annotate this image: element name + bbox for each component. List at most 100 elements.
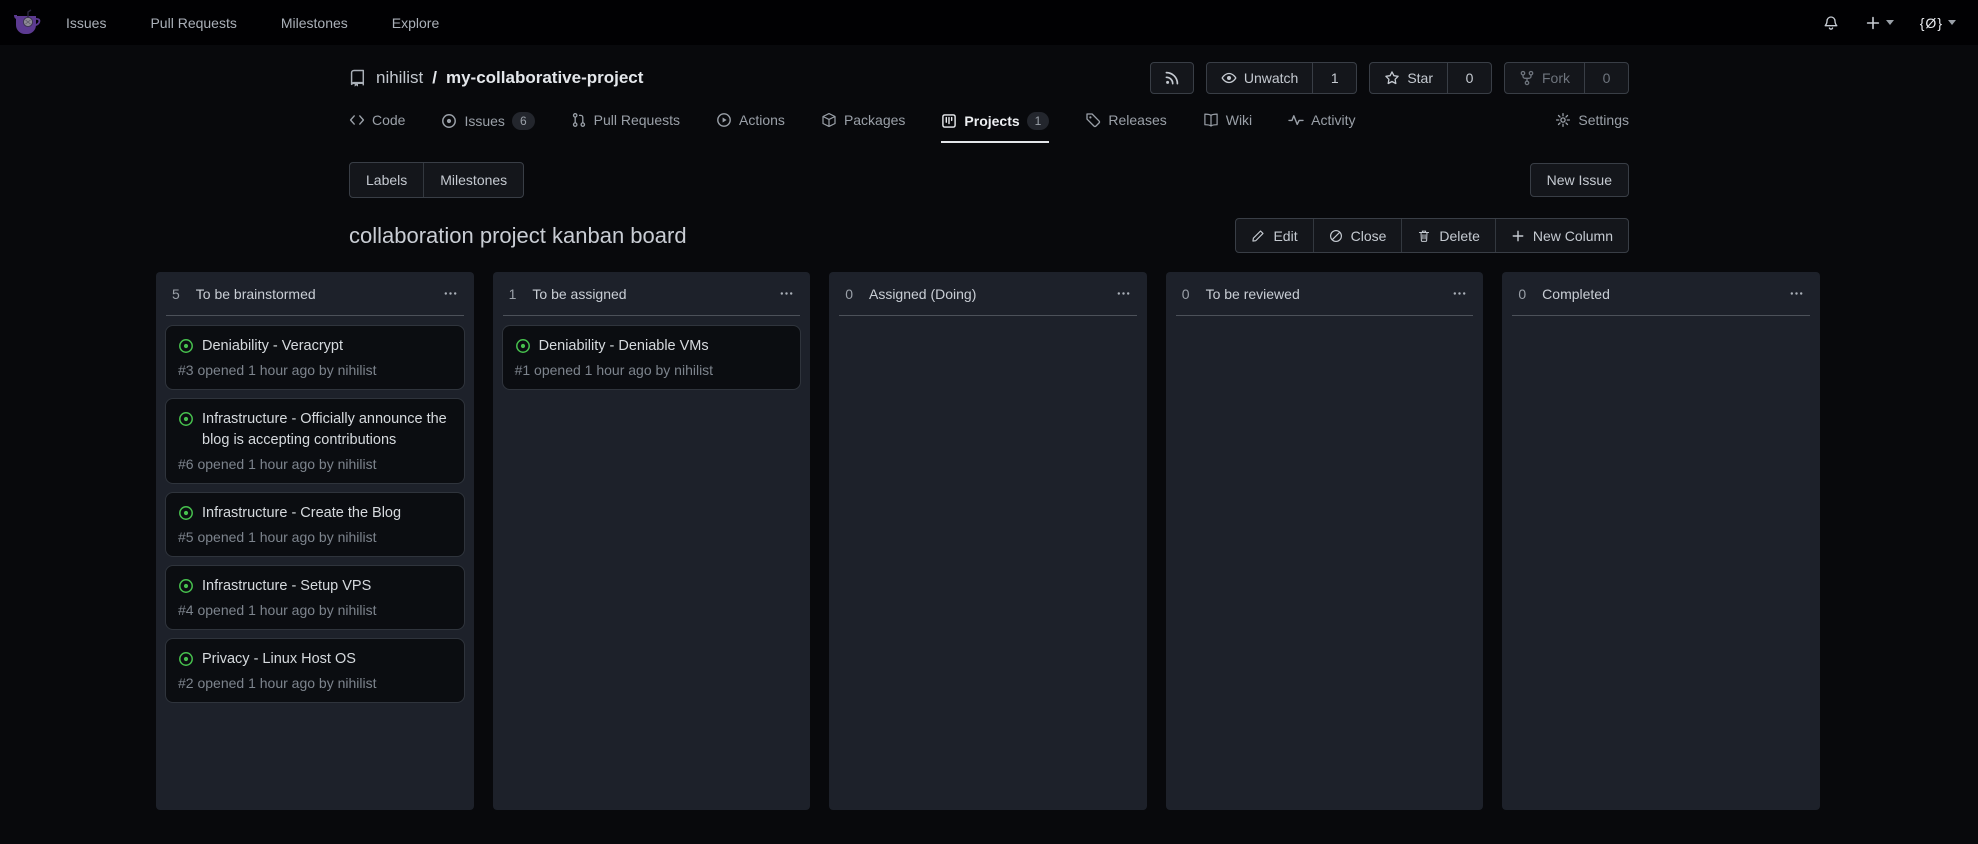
delete-button[interactable]: Delete bbox=[1401, 219, 1494, 252]
star-button[interactable]: Star bbox=[1370, 63, 1447, 93]
issue-card-meta: #6 opened 1 hour ago by nihilist bbox=[178, 456, 452, 472]
column-header: 5 To be brainstormed bbox=[156, 272, 474, 315]
column-menu-button[interactable] bbox=[443, 286, 458, 301]
issue-card[interactable]: Infrastructure - Setup VPS #4 opened 1 h… bbox=[165, 565, 465, 630]
tab-issues-badge: 6 bbox=[512, 112, 535, 130]
eye-icon bbox=[1221, 70, 1237, 86]
column-title: Completed bbox=[1542, 286, 1610, 302]
issue-card-meta: #5 opened 1 hour ago by nihilist bbox=[178, 529, 452, 545]
tab-projects[interactable]: Projects1 bbox=[941, 112, 1049, 143]
column-header: 1 To be assigned bbox=[493, 272, 811, 315]
milestones-button[interactable]: Milestones bbox=[423, 163, 523, 197]
create-new-menu[interactable] bbox=[1865, 15, 1894, 31]
plus-icon bbox=[1865, 15, 1881, 31]
navbar-link-issues[interactable]: Issues bbox=[66, 15, 106, 31]
user-avatar-menu[interactable]: {Ø} bbox=[1920, 15, 1956, 31]
column-menu-button[interactable] bbox=[779, 286, 794, 301]
pencil-icon bbox=[1251, 229, 1265, 243]
issue-card-title: Privacy - Linux Host OS bbox=[202, 649, 356, 670]
unwatch-button-group: Unwatch 1 bbox=[1206, 62, 1357, 94]
unwatch-button[interactable]: Unwatch bbox=[1207, 63, 1312, 93]
tab-wiki-label: Wiki bbox=[1226, 112, 1252, 128]
repo-owner-link[interactable]: nihilist bbox=[376, 68, 423, 88]
issue-card[interactable]: Infrastructure - Create the Blog #5 open… bbox=[165, 492, 465, 557]
column-header: 0 Assigned (Doing) bbox=[829, 272, 1147, 315]
tab-activity[interactable]: Activity bbox=[1288, 112, 1355, 141]
fork-label: Fork bbox=[1542, 70, 1570, 86]
column-menu-button[interactable] bbox=[1789, 286, 1804, 301]
tab-code[interactable]: Code bbox=[349, 112, 405, 141]
git-pull-request-icon bbox=[571, 112, 587, 128]
rss-feed-button[interactable] bbox=[1150, 62, 1194, 94]
play-circle-icon bbox=[716, 112, 732, 128]
column-title: To be brainstormed bbox=[196, 286, 316, 302]
circle-slash-icon bbox=[1329, 229, 1343, 243]
edit-button[interactable]: Edit bbox=[1236, 219, 1312, 252]
column-card-count: 0 bbox=[1182, 286, 1190, 302]
kanban-board: 5 To be brainstormed Deniability - Verac… bbox=[0, 272, 1978, 810]
stars-count[interactable]: 0 bbox=[1447, 63, 1491, 93]
issue-card-meta: #2 opened 1 hour ago by nihilist bbox=[178, 675, 452, 691]
book-icon bbox=[1203, 112, 1219, 128]
bell-icon[interactable] bbox=[1823, 15, 1839, 31]
navbar-link-explore[interactable]: Explore bbox=[392, 15, 439, 31]
watchers-count[interactable]: 1 bbox=[1312, 63, 1356, 93]
column-cards: Deniability - Deniable VMs #1 opened 1 h… bbox=[493, 316, 811, 399]
column-cards bbox=[1502, 316, 1820, 334]
issue-card[interactable]: Deniability - Veracrypt #3 opened 1 hour… bbox=[165, 325, 465, 390]
tab-activity-label: Activity bbox=[1311, 112, 1355, 128]
board-column-1: 1 To be assigned Deniability - Deniable … bbox=[493, 272, 811, 810]
tab-pull-requests[interactable]: Pull Requests bbox=[571, 112, 680, 141]
repo-tabs: Code Issues6 Pull Requests Actions Packages P… bbox=[349, 112, 1629, 143]
tab-packages-label: Packages bbox=[844, 112, 905, 128]
repo-name-link[interactable]: my-collaborative-project bbox=[446, 68, 643, 88]
gitea-cup-logo[interactable] bbox=[10, 6, 46, 40]
column-header: 0 Completed bbox=[1502, 272, 1820, 315]
unwatch-label: Unwatch bbox=[1244, 70, 1298, 86]
issue-card[interactable]: Infrastructure - Officially announce the… bbox=[165, 398, 465, 484]
close-button[interactable]: Close bbox=[1313, 219, 1402, 252]
column-card-count: 0 bbox=[1518, 286, 1526, 302]
project-actions-group: EditClose Delete New Column bbox=[1235, 218, 1629, 253]
column-menu-button[interactable] bbox=[1452, 286, 1467, 301]
tab-issues[interactable]: Issues6 bbox=[441, 112, 534, 143]
trash-icon bbox=[1417, 229, 1431, 243]
tab-packages[interactable]: Packages bbox=[821, 112, 905, 141]
navbar-link-milestones[interactable]: Milestones bbox=[281, 15, 348, 31]
issue-opened-icon bbox=[178, 505, 194, 521]
page-title: collaboration project kanban board bbox=[349, 223, 687, 249]
repo-icon bbox=[349, 69, 367, 87]
top-navbar: Issues Pull Requests Milestones Explore {Ø} bbox=[0, 0, 1978, 45]
delete-label: Delete bbox=[1439, 228, 1479, 244]
issue-card[interactable]: Deniability - Deniable VMs #1 opened 1 h… bbox=[502, 325, 802, 390]
forks-count[interactable]: 0 bbox=[1584, 63, 1628, 93]
column-title: To be reviewed bbox=[1206, 286, 1300, 302]
issue-opened-icon bbox=[178, 578, 194, 594]
navbar-link-pull-requests[interactable]: Pull Requests bbox=[150, 15, 236, 31]
column-menu-button[interactable] bbox=[1116, 286, 1131, 301]
tab-actions-label: Actions bbox=[739, 112, 785, 128]
tab-releases[interactable]: Releases bbox=[1085, 112, 1166, 141]
tab-actions[interactable]: Actions bbox=[716, 112, 785, 141]
rss-icon bbox=[1164, 70, 1180, 86]
issue-opened-icon bbox=[441, 113, 457, 129]
tab-settings[interactable]: Settings bbox=[1555, 112, 1629, 141]
star-label: Star bbox=[1407, 70, 1433, 86]
labels-button[interactable]: Labels bbox=[350, 163, 423, 197]
new-column-button[interactable]: New Column bbox=[1495, 219, 1628, 252]
issue-card-title: Deniability - Veracrypt bbox=[202, 336, 343, 357]
issue-card-title: Deniability - Deniable VMs bbox=[539, 336, 709, 357]
issue-card[interactable]: Privacy - Linux Host OS #2 opened 1 hour… bbox=[165, 638, 465, 703]
chevron-down-icon bbox=[1886, 20, 1894, 25]
tab-wiki[interactable]: Wiki bbox=[1203, 112, 1252, 141]
new-issue-button[interactable]: New Issue bbox=[1530, 163, 1629, 197]
package-icon bbox=[821, 112, 837, 128]
tab-releases-label: Releases bbox=[1108, 112, 1166, 128]
issue-opened-icon bbox=[515, 338, 531, 354]
issue-card-meta: #4 opened 1 hour ago by nihilist bbox=[178, 602, 452, 618]
fork-button[interactable]: Fork bbox=[1505, 63, 1584, 93]
issue-card-title: Infrastructure - Officially announce the… bbox=[202, 409, 452, 451]
kebab-icon bbox=[1789, 286, 1804, 301]
tab-code-label: Code bbox=[372, 112, 405, 128]
navbar-links: Issues Pull Requests Milestones Explore bbox=[66, 15, 439, 31]
